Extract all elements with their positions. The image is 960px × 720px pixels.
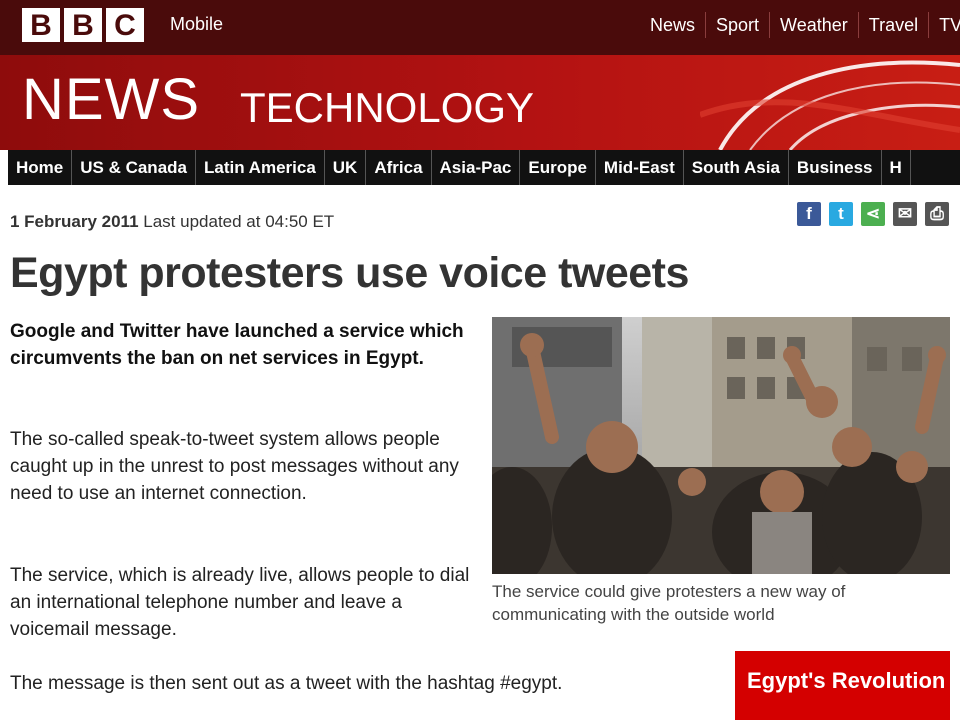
print-icon[interactable]: ⎙ [925,202,949,226]
article-date: 1 February 2011 [10,212,139,231]
bbc-logo[interactable]: B B C [22,8,144,42]
article-paragraph: The so-called speak-to-tweet system allo… [10,429,459,504]
top-bar: B B C Mobile News Sport Weather Travel T… [0,0,960,55]
facebook-icon[interactable]: f [797,202,821,226]
share-icon[interactable]: ⋖ [861,202,885,226]
article-meta: 1 February 2011 Last updated at 04:50 ET [10,212,334,232]
promo-title: Egypt's Revolution [747,668,946,693]
share-toolbar: f t ⋖ ✉ ⎙ [797,202,949,226]
nav-business[interactable]: Business [789,150,882,185]
top-nav: News Sport Weather Travel TV [640,12,960,38]
article-intro: Google and Twitter have launched a servi… [10,321,464,369]
top-nav-travel[interactable]: Travel [857,12,928,38]
section-title: TECHNOLOGY [240,84,535,131]
article-paragraph: The message is then sent out as a tweet … [10,673,563,694]
nav-more-truncated[interactable]: H [882,150,911,185]
nav-africa[interactable]: Africa [366,150,432,185]
email-icon[interactable]: ✉ [893,202,917,226]
protest-photo [492,317,950,574]
photo-caption: The service could give protesters a new … [492,582,846,624]
egypt-revolution-promo[interactable]: Egypt's Revolution [735,651,950,720]
top-nav-weather[interactable]: Weather [769,12,858,38]
masthead: NEWS TECHNOLOGY [0,55,960,150]
nav-latin-america[interactable]: Latin America [196,150,325,185]
article-headline: Egypt protesters use voice tweets [10,249,689,297]
nav-us-canada[interactable]: US & Canada [72,150,196,185]
bbc-logo-letter: B [22,8,60,42]
bbc-logo-letter: C [106,8,144,42]
twitter-icon[interactable]: t [829,202,853,226]
masthead-swirl-graphic [700,60,960,150]
top-nav-news[interactable]: News [640,12,705,38]
region-nav: Home US & Canada Latin America UK Africa… [8,150,960,185]
nav-asia-pac[interactable]: Asia-Pac [432,150,521,185]
bbc-logo-letter: B [64,8,102,42]
nav-uk[interactable]: UK [325,150,367,185]
article-updated: Last updated at 04:50 ET [143,212,335,231]
news-title: NEWS [22,67,200,132]
top-nav-tv[interactable]: TV [928,12,960,38]
nav-mid-east[interactable]: Mid-East [596,150,684,185]
article-paragraph: The service, which is already live, allo… [10,565,470,640]
nav-europe[interactable]: Europe [520,150,596,185]
nav-south-asia[interactable]: South Asia [684,150,789,185]
top-nav-sport[interactable]: Sport [705,12,769,38]
mobile-label[interactable]: Mobile [170,14,223,35]
nav-home[interactable]: Home [8,150,73,185]
